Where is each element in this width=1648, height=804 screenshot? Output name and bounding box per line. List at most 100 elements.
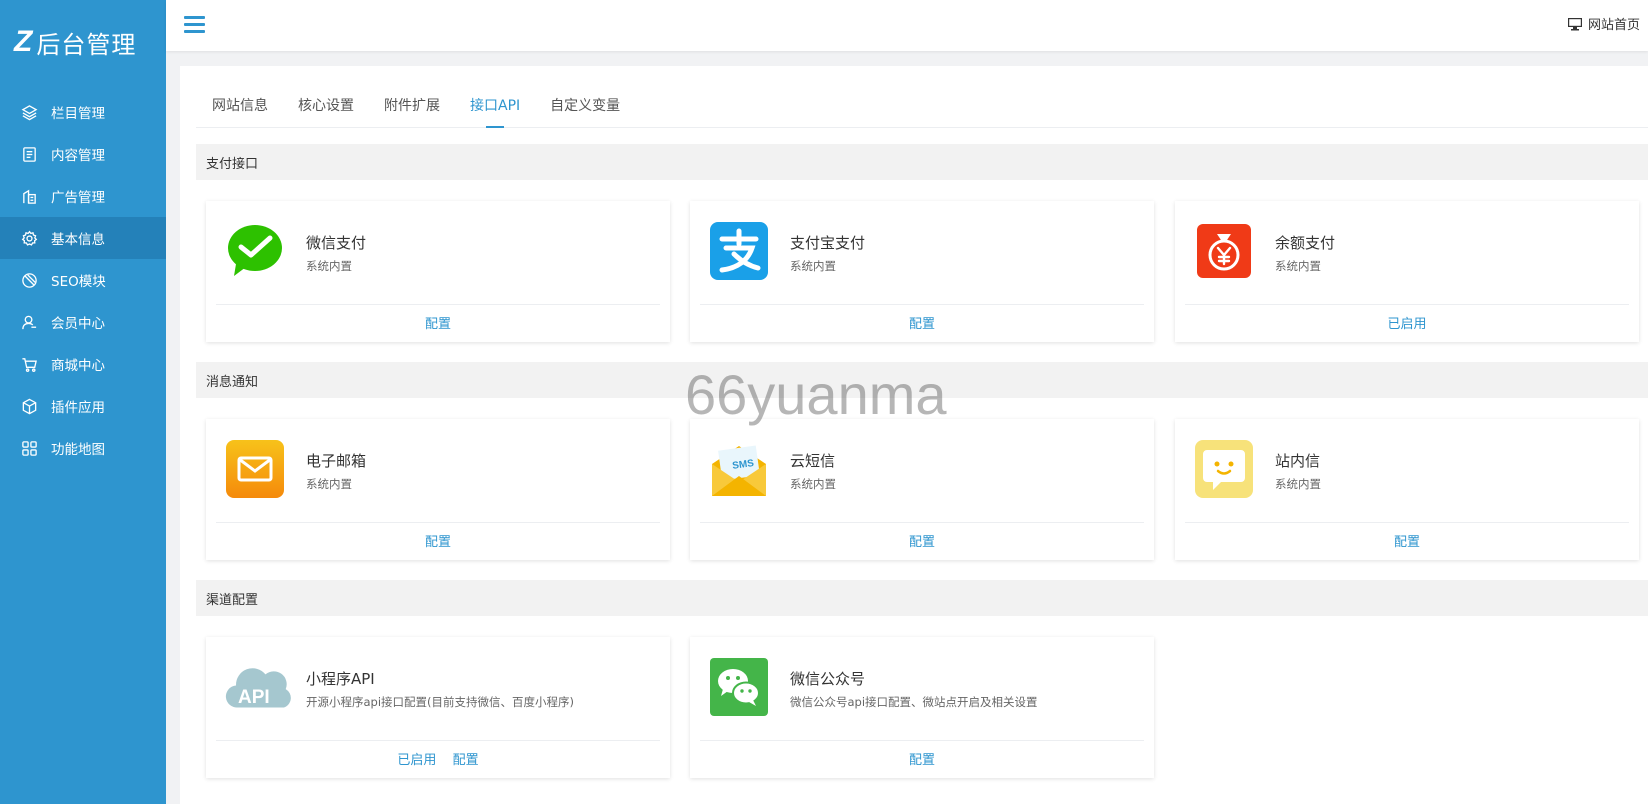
card-title: 余额支付 <box>1275 234 1336 252</box>
card-desc: 系统内置 <box>790 259 836 273</box>
section-notifications: 消息通知 <box>196 362 1648 398</box>
logo-mark: Z <box>14 25 32 58</box>
card-divider <box>1185 304 1629 305</box>
sidebar-item-shop[interactable]: 商城中心 <box>0 343 166 385</box>
card-desc: 系统内置 <box>306 259 352 273</box>
svg-text:API: API <box>238 687 270 708</box>
enabled-status[interactable]: 已启用 <box>397 753 436 768</box>
section-channels: 渠道配置 <box>196 580 1648 616</box>
configure-button[interactable]: 配置 <box>425 317 451 332</box>
configure-button[interactable]: 配置 <box>909 753 935 768</box>
card-divider <box>1185 522 1629 523</box>
sidebar-item-plugins[interactable]: 插件应用 <box>0 385 166 427</box>
tab-site-info[interactable]: 网站信息 <box>212 95 268 127</box>
alipay-icon <box>710 222 768 280</box>
tab-custom-vars[interactable]: 自定义变量 <box>550 95 620 127</box>
sidebar-item-map[interactable]: 功能地图 <box>0 427 166 469</box>
card-actions: 已启用 配置 <box>206 749 670 768</box>
sidebar-item-label: SEO模块 <box>51 274 106 290</box>
configure-button[interactable]: 配置 <box>1394 535 1420 550</box>
card-desc: 系统内置 <box>1275 477 1321 491</box>
card-actions: 配置 <box>690 749 1154 768</box>
sidebar-item-ads[interactable]: 广告管理 <box>0 175 166 217</box>
card-title: 站内信 <box>1275 452 1321 470</box>
sidebar-item-members[interactable]: 会员中心 <box>0 301 166 343</box>
card-divider <box>216 522 660 523</box>
site-home-link[interactable]: 网站首页 <box>1567 14 1640 33</box>
card-actions: 配置 <box>1175 531 1639 550</box>
configure-button[interactable]: 配置 <box>909 535 935 550</box>
balance-pay-icon <box>1197 224 1251 278</box>
card-email: 电子邮箱 系统内置 配置 <box>206 419 670 560</box>
monitor-icon <box>1567 17 1582 30</box>
card-divider <box>216 740 660 741</box>
card-title: 支付宝支付 <box>790 234 866 252</box>
sidebar-item-column[interactable]: 栏目管理 <box>0 91 166 133</box>
configure-button[interactable]: 配置 <box>909 317 935 332</box>
wechat-official-icon <box>710 658 768 716</box>
main-panel: 网站信息 核心设置 附件扩展 接口API 自定义变量 支付接口 微信支付 系统内… <box>180 66 1648 804</box>
section-payment: 支付接口 <box>196 144 1648 180</box>
card-site-message: 站内信 系统内置 配置 <box>1175 419 1639 560</box>
sidebar-item-label: 商城中心 <box>51 358 105 374</box>
card-desc: 微信公众号api接口配置、微站点开启及相关设置 <box>790 695 1038 709</box>
sidebar-item-seo[interactable]: SEO模块 <box>0 259 166 301</box>
sidebar-item-content[interactable]: 内容管理 <box>0 133 166 175</box>
sms-icon: SMS <box>712 445 766 496</box>
layers-icon <box>20 103 38 121</box>
card-desc: 系统内置 <box>306 477 352 491</box>
card-actions: 已启用 <box>1175 313 1639 332</box>
card-desc: 开源小程序api接口配置(目前支持微信、百度小程序) <box>306 695 575 709</box>
card-balance-pay: 余额支付 系统内置 已启用 <box>1175 201 1639 342</box>
card-desc: 系统内置 <box>790 477 836 491</box>
card-actions: 配置 <box>690 313 1154 332</box>
user-icon <box>20 313 38 331</box>
settings-tabs: 网站信息 核心设置 附件扩展 接口API 自定义变量 <box>196 66 1648 128</box>
card-title: 电子邮箱 <box>306 452 367 470</box>
configure-button[interactable]: 配置 <box>453 753 479 768</box>
sidebar-item-label: 插件应用 <box>51 400 105 416</box>
sidebar: Z 后台管理 栏目管理 内容管理 广告管理 基本信息 SEO模块 会员中心 商城… <box>0 0 166 804</box>
card-actions: 配置 <box>206 313 670 332</box>
configure-button[interactable]: 配置 <box>425 535 451 550</box>
sidebar-nav: 栏目管理 内容管理 广告管理 基本信息 SEO模块 会员中心 商城中心 插件应用… <box>0 91 166 469</box>
site-home-label: 网站首页 <box>1587 18 1640 33</box>
card-mini-program-api: API 小程序API 开源小程序api接口配置(目前支持微信、百度小程序) 已启… <box>206 637 670 778</box>
gear-icon <box>20 229 38 247</box>
card-divider <box>216 304 660 305</box>
cart-icon <box>20 355 38 373</box>
logo[interactable]: Z 后台管理 <box>0 0 166 84</box>
sidebar-item-label: 栏目管理 <box>51 106 105 122</box>
card-actions: 配置 <box>690 531 1154 550</box>
cube-icon <box>20 397 38 415</box>
tab-core-settings[interactable]: 核心设置 <box>298 95 354 127</box>
menu-toggle-icon[interactable] <box>184 16 205 34</box>
card-wechat-pay: 微信支付 系统内置 配置 <box>206 201 670 342</box>
card-divider <box>700 522 1144 523</box>
tab-attachment[interactable]: 附件扩展 <box>384 95 440 127</box>
sidebar-item-label: 内容管理 <box>51 148 105 164</box>
site-message-icon <box>1195 440 1253 498</box>
grid-icon <box>20 439 38 457</box>
card-title: 小程序API <box>306 670 375 688</box>
sidebar-item-label: 会员中心 <box>51 316 105 332</box>
api-cloud-icon: API <box>225 668 291 708</box>
enabled-status[interactable]: 已启用 <box>1387 317 1426 332</box>
tab-api[interactable]: 接口API <box>470 95 520 128</box>
email-icon <box>226 440 284 498</box>
logo-text: 后台管理 <box>36 30 137 59</box>
sidebar-item-basic-info[interactable]: 基本信息 <box>0 217 166 259</box>
card-actions: 配置 <box>206 531 670 550</box>
card-title: 云短信 <box>790 452 836 470</box>
card-divider <box>700 304 1144 305</box>
sidebar-item-label: 基本信息 <box>51 232 105 248</box>
topbar: 网站首页 <box>166 0 1648 51</box>
wechat-pay-icon <box>228 225 282 276</box>
card-desc: 系统内置 <box>1275 259 1321 273</box>
seo-icon <box>20 271 38 289</box>
card-wechat-official: 微信公众号 微信公众号api接口配置、微站点开启及相关设置 配置 <box>690 637 1154 778</box>
card-sms: SMS 云短信 系统内置 配置 <box>690 419 1154 560</box>
ad-icon <box>20 187 38 205</box>
card-title: 微信公众号 <box>790 670 866 688</box>
sidebar-item-label: 功能地图 <box>51 442 105 458</box>
